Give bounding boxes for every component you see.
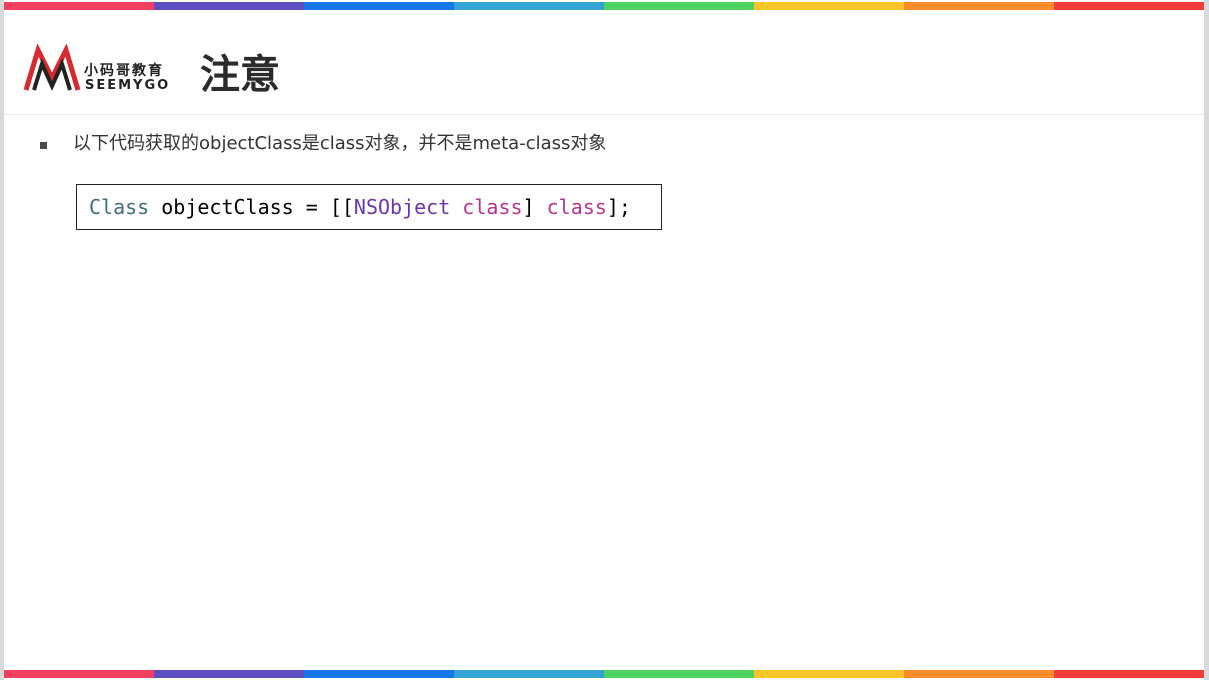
- logo-m-icon: [24, 44, 81, 91]
- stripe-segment: [604, 670, 754, 678]
- stripe-segment: [1054, 2, 1204, 10]
- code-token-kw: class: [546, 195, 607, 219]
- stripe-segment: [4, 2, 154, 10]
- stripe-segment: [454, 2, 604, 10]
- bullet-square-icon: [40, 141, 47, 149]
- top-color-stripe: [4, 2, 1204, 10]
- code-token-plain: ];: [606, 195, 631, 219]
- bullet-item: 以下代码获取的objectClass是class对象，并不是meta-class…: [40, 130, 606, 158]
- code-token-plain: objectClass = [[: [149, 195, 354, 219]
- bullet-text: 以下代码获取的objectClass是class对象，并不是meta-class…: [73, 133, 607, 154]
- page-title: 注意: [200, 52, 280, 98]
- stripe-segment: [154, 2, 304, 10]
- header-divider: [4, 114, 1204, 115]
- stripe-segment: [754, 2, 904, 10]
- logo-chinese-text: 小码哥教育: [84, 63, 164, 79]
- code-token-type: Class: [89, 195, 150, 219]
- code-token-plain: ]: [522, 195, 547, 219]
- stripe-segment: [754, 670, 904, 678]
- stripe-segment: [454, 670, 604, 678]
- code-block: Class objectClass = [[NSObject class] cl…: [76, 184, 662, 230]
- stripe-segment: [4, 670, 154, 678]
- slide: 小码哥教育 SEEMYGO 注意 以下代码获取的objectClass是clas…: [4, 0, 1204, 680]
- logo-english-text: SEEMYGO: [85, 78, 171, 93]
- code-token-kw: class: [462, 195, 523, 219]
- stripe-segment: [904, 2, 1054, 10]
- stripe-segment: [304, 2, 454, 10]
- stripe-segment: [304, 670, 454, 678]
- bottom-color-stripe: [4, 670, 1204, 678]
- logo: 小码哥教育 SEEMYGO: [24, 44, 184, 96]
- stripe-segment: [154, 670, 304, 678]
- code-token-cls: NSObject: [353, 195, 451, 219]
- stripe-segment: [904, 670, 1054, 678]
- stripe-segment: [1054, 670, 1204, 678]
- stripe-segment: [604, 2, 754, 10]
